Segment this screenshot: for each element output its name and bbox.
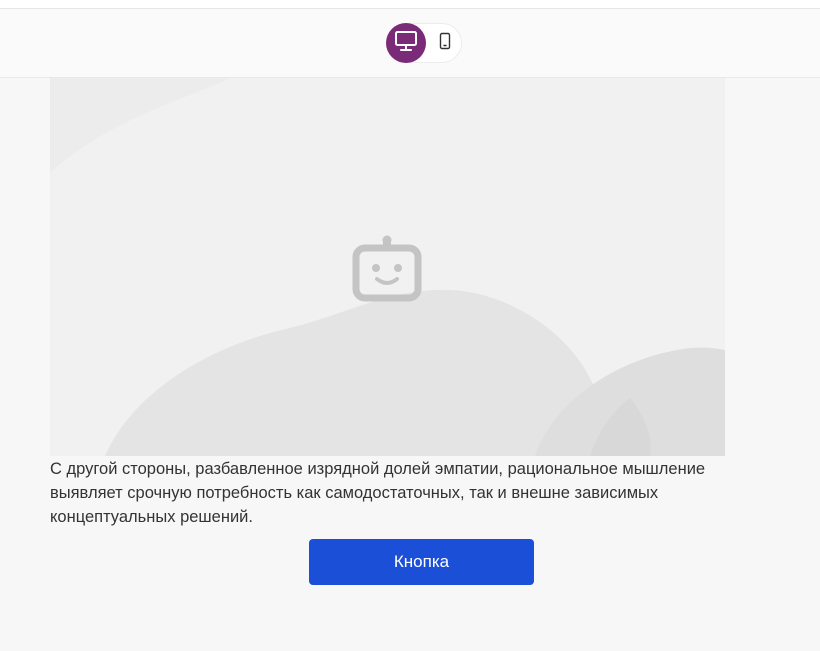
body-paragraph: С другой стороны, разбавленное изрядной … (50, 460, 706, 526)
preview-toolbar (0, 9, 820, 78)
monitor-icon (394, 30, 418, 57)
desktop-view-button[interactable] (386, 23, 426, 63)
image-placeholder (50, 78, 725, 456)
smartphone-icon (438, 32, 452, 55)
top-strip (0, 0, 820, 9)
robot-face-icon (352, 232, 422, 302)
device-switch (386, 23, 462, 63)
primary-button[interactable]: Кнопка (309, 539, 534, 585)
mobile-view-button[interactable] (425, 23, 465, 63)
